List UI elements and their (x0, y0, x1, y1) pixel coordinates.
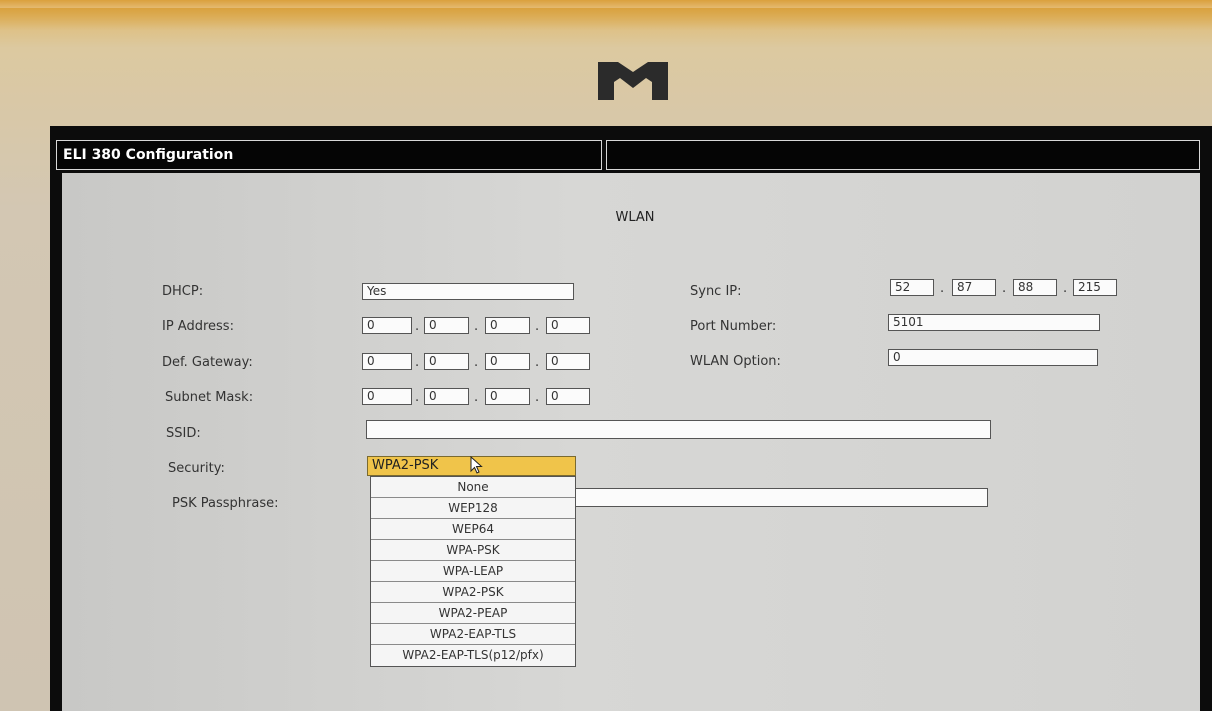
subnet-octet-2[interactable]: 0 (424, 388, 469, 405)
subnet-octet-1[interactable]: 0 (362, 388, 412, 405)
gateway-octet-2[interactable]: 0 (424, 353, 469, 370)
security-option-wep128[interactable]: WEP128 (371, 498, 575, 519)
sync-ip-label: Sync IP: (690, 284, 742, 299)
port-number-field[interactable]: 5101 (888, 314, 1100, 331)
ip-address-octet-3[interactable]: 0 (485, 317, 530, 334)
ip-address-label: IP Address: (162, 319, 234, 334)
subnet-mask-label: Subnet Mask: (165, 390, 254, 405)
psk-passphrase-field[interactable] (560, 488, 988, 507)
ip-separator: . (535, 390, 540, 405)
sync-ip-octet-4[interactable]: 215 (1073, 279, 1117, 296)
ip-separator: . (535, 355, 540, 370)
port-number-label: Port Number: (690, 319, 777, 334)
ip-separator: . (415, 390, 420, 405)
heart-logo-icon (598, 62, 668, 100)
sync-ip-octet-1[interactable]: 52 (890, 279, 934, 296)
ip-separator: . (1002, 281, 1007, 296)
ip-address-octet-4[interactable]: 0 (546, 317, 590, 334)
security-label: Security: (168, 461, 225, 476)
sync-ip-octet-2[interactable]: 87 (952, 279, 996, 296)
config-panel (62, 173, 1200, 711)
title-bar-right (606, 140, 1200, 170)
gateway-octet-4[interactable]: 0 (546, 353, 590, 370)
def-gateway-label: Def. Gateway: (162, 355, 253, 370)
security-option-none[interactable]: None (371, 477, 575, 498)
dhcp-label: DHCP: (162, 284, 204, 299)
ssid-label: SSID: (166, 426, 201, 441)
gateway-octet-3[interactable]: 0 (485, 353, 530, 370)
gateway-octet-1[interactable]: 0 (362, 353, 412, 370)
security-option-wpa2-peap[interactable]: WPA2-PEAP (371, 603, 575, 624)
ip-address-octet-2[interactable]: 0 (424, 317, 469, 334)
security-option-wpa2-eap-tls-p12[interactable]: WPA2-EAP-TLS(p12/pfx) (371, 645, 575, 666)
wlan-option-label: WLAN Option: (690, 354, 781, 369)
ip-separator: . (535, 319, 540, 334)
mouse-pointer-icon (470, 456, 483, 474)
ip-separator: . (1063, 281, 1068, 296)
subnet-octet-4[interactable]: 0 (546, 388, 590, 405)
wlan-option-field[interactable]: 0 (888, 349, 1098, 366)
window-title: ELI 380 Configuration (56, 140, 602, 170)
security-option-wpa2-eap-tls[interactable]: WPA2-EAP-TLS (371, 624, 575, 645)
security-option-wpa2-psk[interactable]: WPA2-PSK (371, 582, 575, 603)
subnet-octet-3[interactable]: 0 (485, 388, 530, 405)
ip-separator: . (474, 355, 479, 370)
ip-separator: . (474, 390, 479, 405)
security-option-wpa-leap[interactable]: WPA-LEAP (371, 561, 575, 582)
ip-separator: . (415, 319, 420, 334)
security-dropdown-list: None WEP128 WEP64 WPA-PSK WPA-LEAP WPA2-… (370, 476, 576, 667)
ip-separator: . (415, 355, 420, 370)
ip-address-octet-1[interactable]: 0 (362, 317, 412, 334)
dhcp-field[interactable]: Yes (362, 283, 574, 300)
security-option-wep64[interactable]: WEP64 (371, 519, 575, 540)
section-title: WLAN (615, 210, 655, 225)
monitor-top-edge (0, 0, 1212, 30)
sync-ip-octet-3[interactable]: 88 (1013, 279, 1057, 296)
ssid-field[interactable] (366, 420, 991, 439)
security-option-wpa-psk[interactable]: WPA-PSK (371, 540, 575, 561)
ip-separator: . (940, 281, 945, 296)
ip-separator: . (474, 319, 479, 334)
psk-passphrase-label: PSK Passphrase: (172, 496, 279, 511)
